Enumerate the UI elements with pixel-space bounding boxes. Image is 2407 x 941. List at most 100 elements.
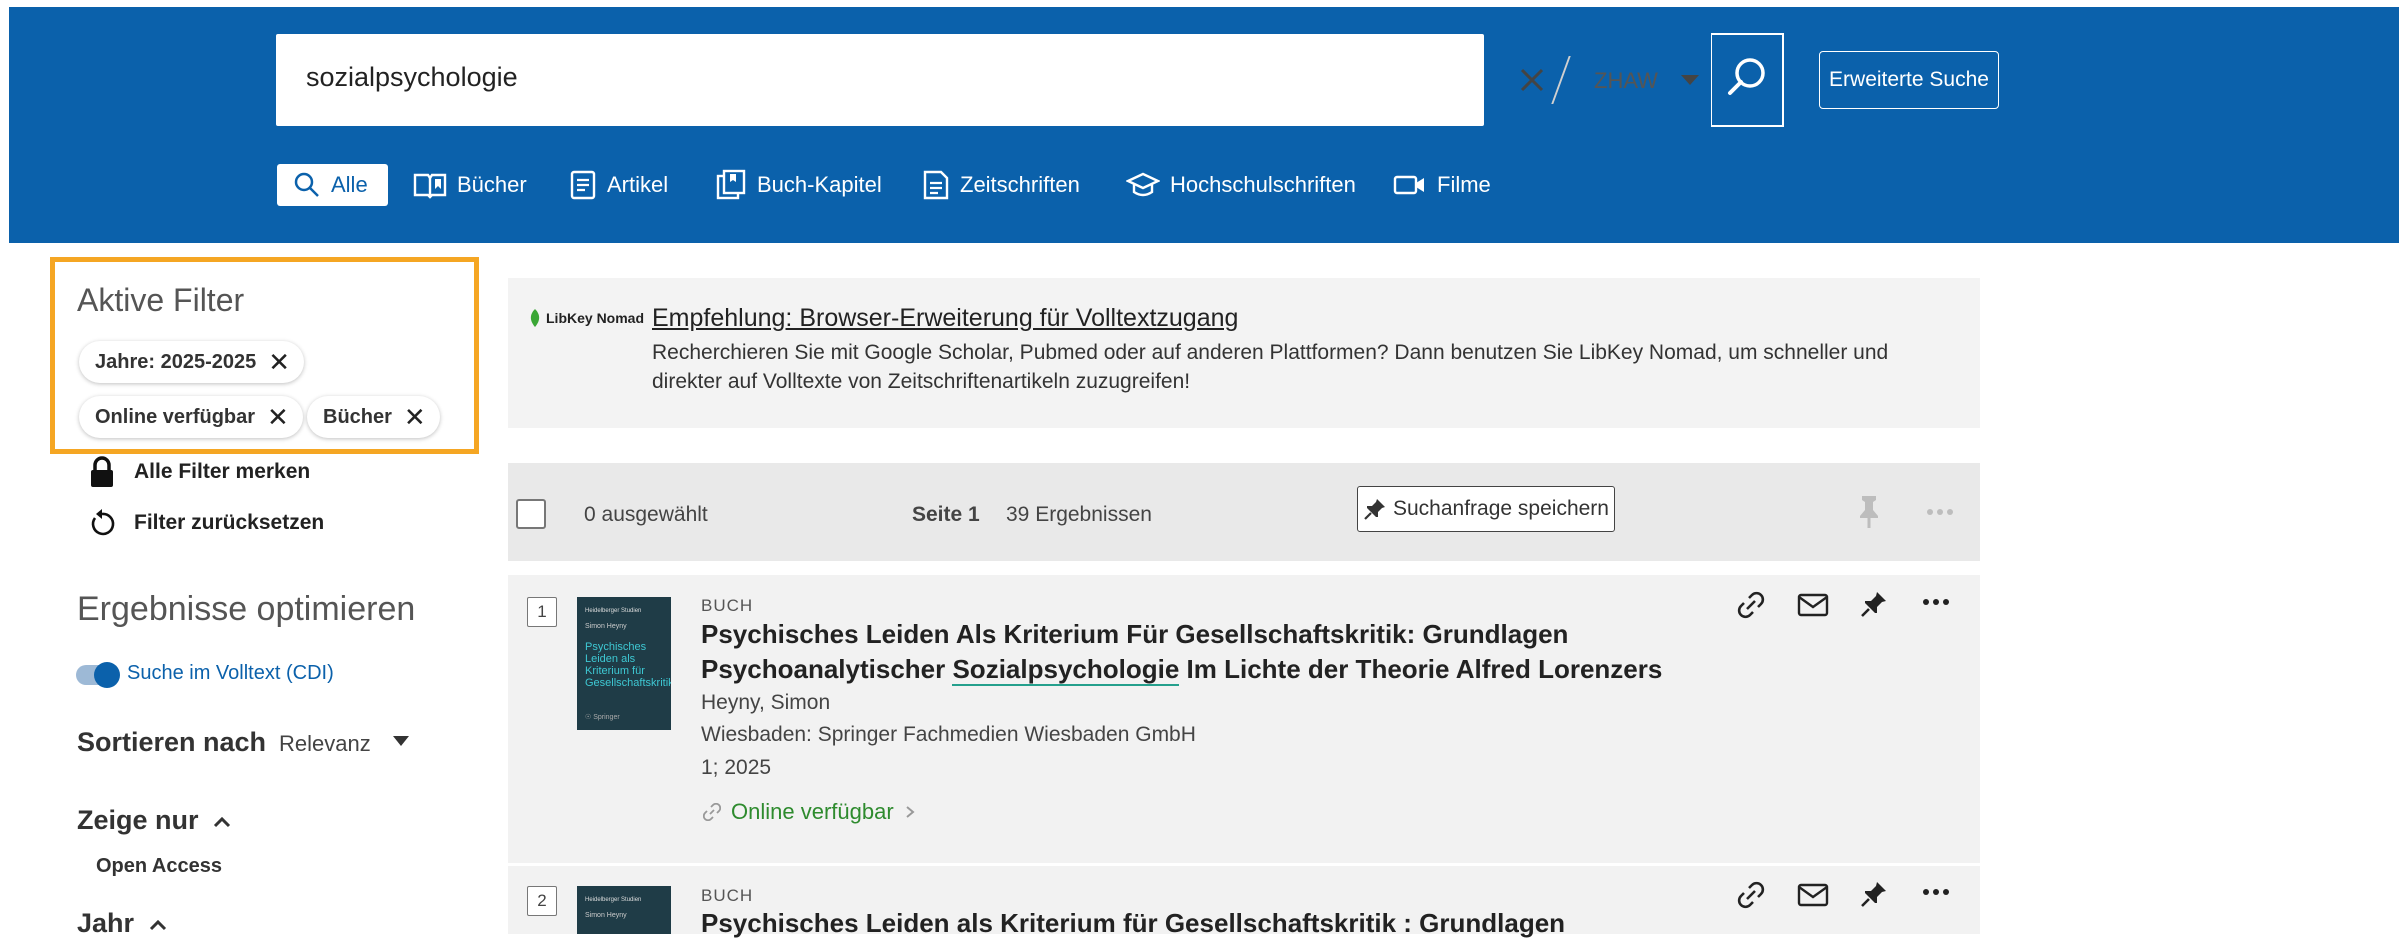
tab-label: Artikel — [607, 172, 669, 197]
tab-all[interactable]: Alle — [277, 164, 388, 206]
availability-link[interactable]: Online verfügbar — [703, 799, 916, 825]
pin-icon — [1861, 592, 1886, 617]
result-type: BUCH — [701, 886, 754, 905]
close-icon[interactable]: ✕ — [268, 349, 290, 375]
link-icon — [703, 803, 721, 821]
search-button[interactable] — [1711, 33, 1784, 127]
active-filters-title: Aktive Filter — [77, 282, 245, 318]
result-edition: 1; 2025 — [701, 756, 772, 779]
permalink-button[interactable] — [1736, 880, 1766, 915]
libkey-logo-text: LibKey Nomad — [546, 310, 645, 326]
tab-label: Bücher — [457, 172, 527, 197]
tab-label: Zeitschriften — [960, 172, 1080, 197]
pin-icon — [1860, 496, 1878, 528]
save-query-label: Suchanfrage speichern — [1393, 497, 1609, 520]
search-query-text[interactable]: sozialpsychologie — [306, 62, 518, 93]
more-options-button[interactable] — [1925, 500, 1955, 529]
email-button[interactable] — [1797, 882, 1829, 913]
pin-icon — [1364, 499, 1385, 520]
save-query-button[interactable]: Suchanfrage speichern — [1357, 486, 1615, 532]
sort-label: Sortieren nach — [77, 727, 267, 757]
reset-filters[interactable]: Filter zurücksetzen — [88, 508, 324, 538]
availability-label: Online verfügbar — [731, 799, 894, 824]
email-button[interactable] — [1797, 592, 1829, 623]
tab-articles[interactable]: Artikel — [569, 164, 668, 206]
toggle-knob[interactable] — [94, 662, 120, 688]
selected-count: 0 ausgewählt — [584, 503, 708, 526]
tab-journals[interactable]: Zeitschriften — [922, 164, 1080, 206]
search-highlight: Sozialpsychologie — [952, 654, 1180, 686]
chevron-up-icon — [149, 919, 166, 931]
advanced-search-button[interactable]: Erweiterte Suche — [1819, 51, 1999, 109]
year-heading[interactable]: Jahr — [77, 908, 168, 939]
chip-label: Bücher — [323, 405, 392, 428]
journal-icon — [923, 170, 949, 200]
cover-author: Simon Heyny — [585, 623, 627, 630]
reset-filters-label: Filter zurücksetzen — [134, 511, 325, 534]
lock-icon — [91, 456, 113, 487]
results-toolbar — [508, 463, 1980, 561]
results-count: 39 Ergebnissen — [1006, 503, 1152, 526]
scope-select[interactable]: ZHAW — [1594, 68, 1658, 94]
close-icon — [1520, 68, 1544, 92]
chevron-up-icon — [213, 816, 231, 828]
select-all-checkbox[interactable] — [516, 499, 546, 529]
result-number[interactable]: 1 — [527, 597, 557, 627]
result-type: BUCH — [701, 596, 754, 615]
chip-label: Jahre: 2025-2025 — [95, 350, 257, 373]
chevron-right-icon — [906, 806, 915, 818]
show-only-label: Zeige nur — [77, 805, 199, 835]
cover-author: Simon Heyny — [585, 912, 627, 919]
more-horizontal-icon — [1923, 599, 1949, 605]
filter-chip-books[interactable]: Bücher ✕ — [307, 396, 440, 438]
tab-theses[interactable]: Hochschulschriften — [1126, 164, 1356, 206]
pin-all-button[interactable] — [1858, 494, 1880, 535]
leaf-icon — [530, 309, 540, 327]
clear-search-button[interactable] — [1512, 60, 1552, 100]
mail-icon — [1797, 593, 1829, 617]
caret-down-icon[interactable] — [393, 736, 409, 746]
graduation-cap-icon — [1126, 172, 1160, 197]
more-options-button[interactable] — [1921, 880, 1951, 909]
result-title-line2: Psychoanalytischer Sozialpsychologie Im … — [701, 652, 1662, 687]
chip-label: Online verfügbar — [95, 405, 256, 428]
tab-book-chapters[interactable]: Buch-Kapitel — [715, 164, 882, 206]
pin-icon — [1861, 882, 1886, 907]
link-icon — [1737, 591, 1765, 619]
optimize-results-title: Ergebnisse optimieren — [77, 590, 416, 628]
more-options-button[interactable] — [1921, 590, 1951, 619]
fulltext-toggle-label[interactable]: Suche im Volltext (CDI) — [127, 662, 334, 685]
result-title[interactable]: Psychisches Leiden Als Kriterium Für Ges… — [701, 617, 1662, 687]
caret-down-icon[interactable] — [1681, 75, 1699, 85]
tab-books[interactable]: Bücher — [413, 164, 527, 206]
show-only-heading[interactable]: Zeige nur — [77, 805, 232, 836]
filter-chip-years[interactable]: Jahre: 2025-2025 ✕ — [79, 341, 305, 383]
book-cover[interactable]: Heidelberger Studien Simon Heyny Psychis… — [577, 597, 671, 730]
libkey-description: Recherchieren Sie mit Google Scholar, Pu… — [652, 341, 1889, 393]
libkey-link[interactable]: Empfehlung: Browser-Erweiterung für Voll… — [652, 304, 1238, 333]
remember-all-label: Alle Filter merken — [134, 460, 311, 483]
tab-label: Filme — [1437, 172, 1491, 197]
result-title[interactable]: Psychisches Leiden als Kriterium für Ges… — [701, 906, 1565, 941]
more-horizontal-icon — [1923, 889, 1949, 895]
sort-select[interactable]: Relevanz — [279, 731, 371, 757]
filter-open-access[interactable]: Open Access — [96, 855, 222, 878]
permalink-button[interactable] — [1736, 590, 1766, 625]
book-cover[interactable]: Heidelberger Studien Simon Heyny — [577, 886, 671, 934]
result-title-line1: Psychisches Leiden Als Kriterium Für Ges… — [701, 619, 1569, 649]
close-icon[interactable]: ✕ — [267, 404, 289, 430]
link-icon — [1737, 881, 1765, 909]
tab-label: Buch-Kapitel — [757, 172, 882, 197]
pin-button[interactable] — [1860, 590, 1888, 625]
tab-label: Hochschulschriften — [1170, 172, 1356, 197]
reset-icon — [91, 509, 115, 536]
remember-all-filters[interactable]: Alle Filter merken — [88, 455, 310, 489]
result-number[interactable]: 2 — [527, 886, 557, 916]
pin-button[interactable] — [1860, 880, 1888, 915]
close-icon[interactable]: ✕ — [404, 404, 426, 430]
filter-chip-online[interactable]: Online verfügbar ✕ — [79, 396, 303, 438]
tab-films[interactable]: Filme — [1393, 164, 1491, 206]
cover-title: Psychisches Leiden als Kriterium für Ges… — [585, 641, 671, 689]
video-camera-icon — [1393, 175, 1424, 195]
book-icon — [413, 173, 447, 199]
